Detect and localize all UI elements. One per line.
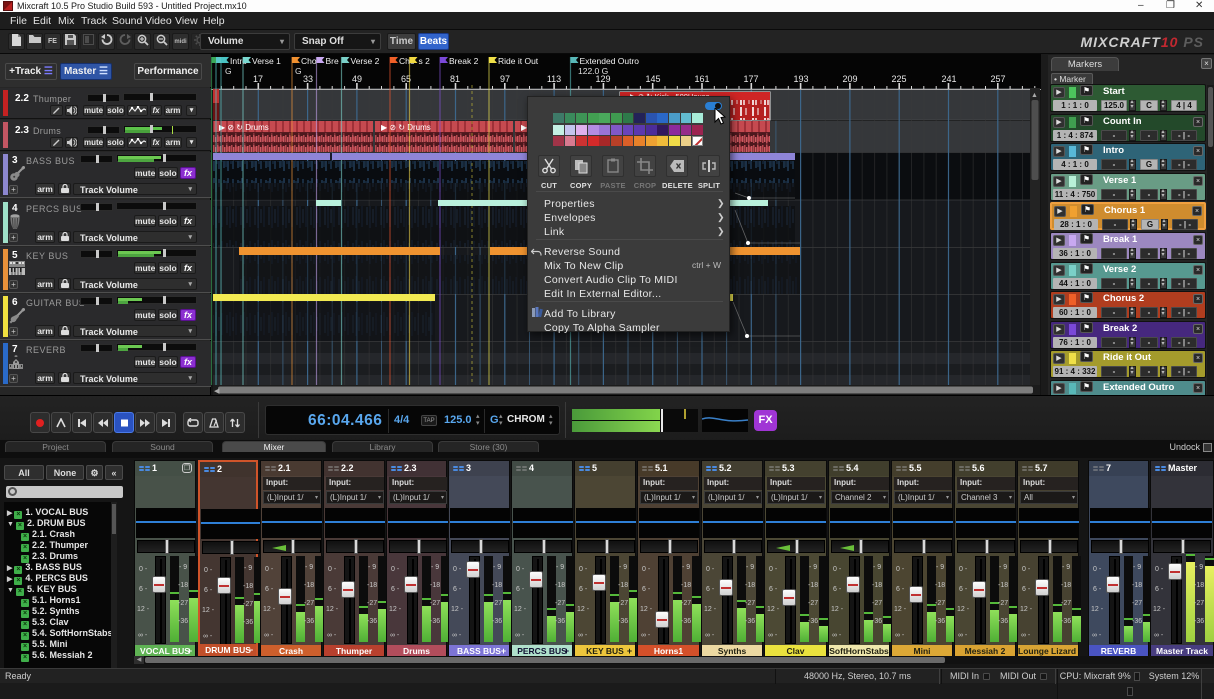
svg-text:209: 209 bbox=[842, 74, 857, 84]
svg-text:122.0 G: 122.0 G bbox=[578, 66, 608, 76]
svg-text:17: 17 bbox=[253, 74, 263, 84]
svg-text:257: 257 bbox=[990, 74, 1005, 84]
svg-text:▶ ⊘ ↻ Drums: ▶ ⊘ ↻ Drums bbox=[219, 123, 269, 132]
svg-text:Bre: Bre bbox=[326, 56, 340, 66]
svg-text:241: 241 bbox=[941, 74, 956, 84]
svg-text:81: 81 bbox=[450, 74, 460, 84]
svg-text:◀: ◀ bbox=[214, 388, 220, 395]
svg-text:177: 177 bbox=[743, 74, 758, 84]
svg-text:161: 161 bbox=[694, 74, 709, 84]
svg-text:225: 225 bbox=[891, 74, 906, 84]
svg-text:145: 145 bbox=[645, 74, 660, 84]
svg-text:33: 33 bbox=[303, 74, 313, 84]
svg-text:113: 113 bbox=[547, 74, 561, 84]
svg-text:▲: ▲ bbox=[1031, 92, 1038, 99]
svg-text:Verse 2: Verse 2 bbox=[351, 56, 380, 66]
svg-text:G: G bbox=[225, 66, 232, 76]
svg-text:Cho: Cho bbox=[301, 56, 317, 66]
svg-text:Break 2: Break 2 bbox=[449, 56, 479, 66]
svg-text:▶ ⊘ ↻ Drums: ▶ ⊘ ↻ Drums bbox=[381, 123, 431, 132]
svg-text:Verse 1: Verse 1 bbox=[252, 56, 281, 66]
svg-text:s 2: s 2 bbox=[419, 56, 431, 66]
svg-text:G: G bbox=[295, 66, 302, 76]
svg-text:193: 193 bbox=[793, 74, 808, 84]
svg-text:Extended Outro: Extended Outro bbox=[580, 56, 640, 66]
svg-text:Ride it Out: Ride it Out bbox=[498, 56, 539, 66]
svg-text:49: 49 bbox=[352, 74, 362, 84]
svg-text:97: 97 bbox=[500, 74, 510, 84]
